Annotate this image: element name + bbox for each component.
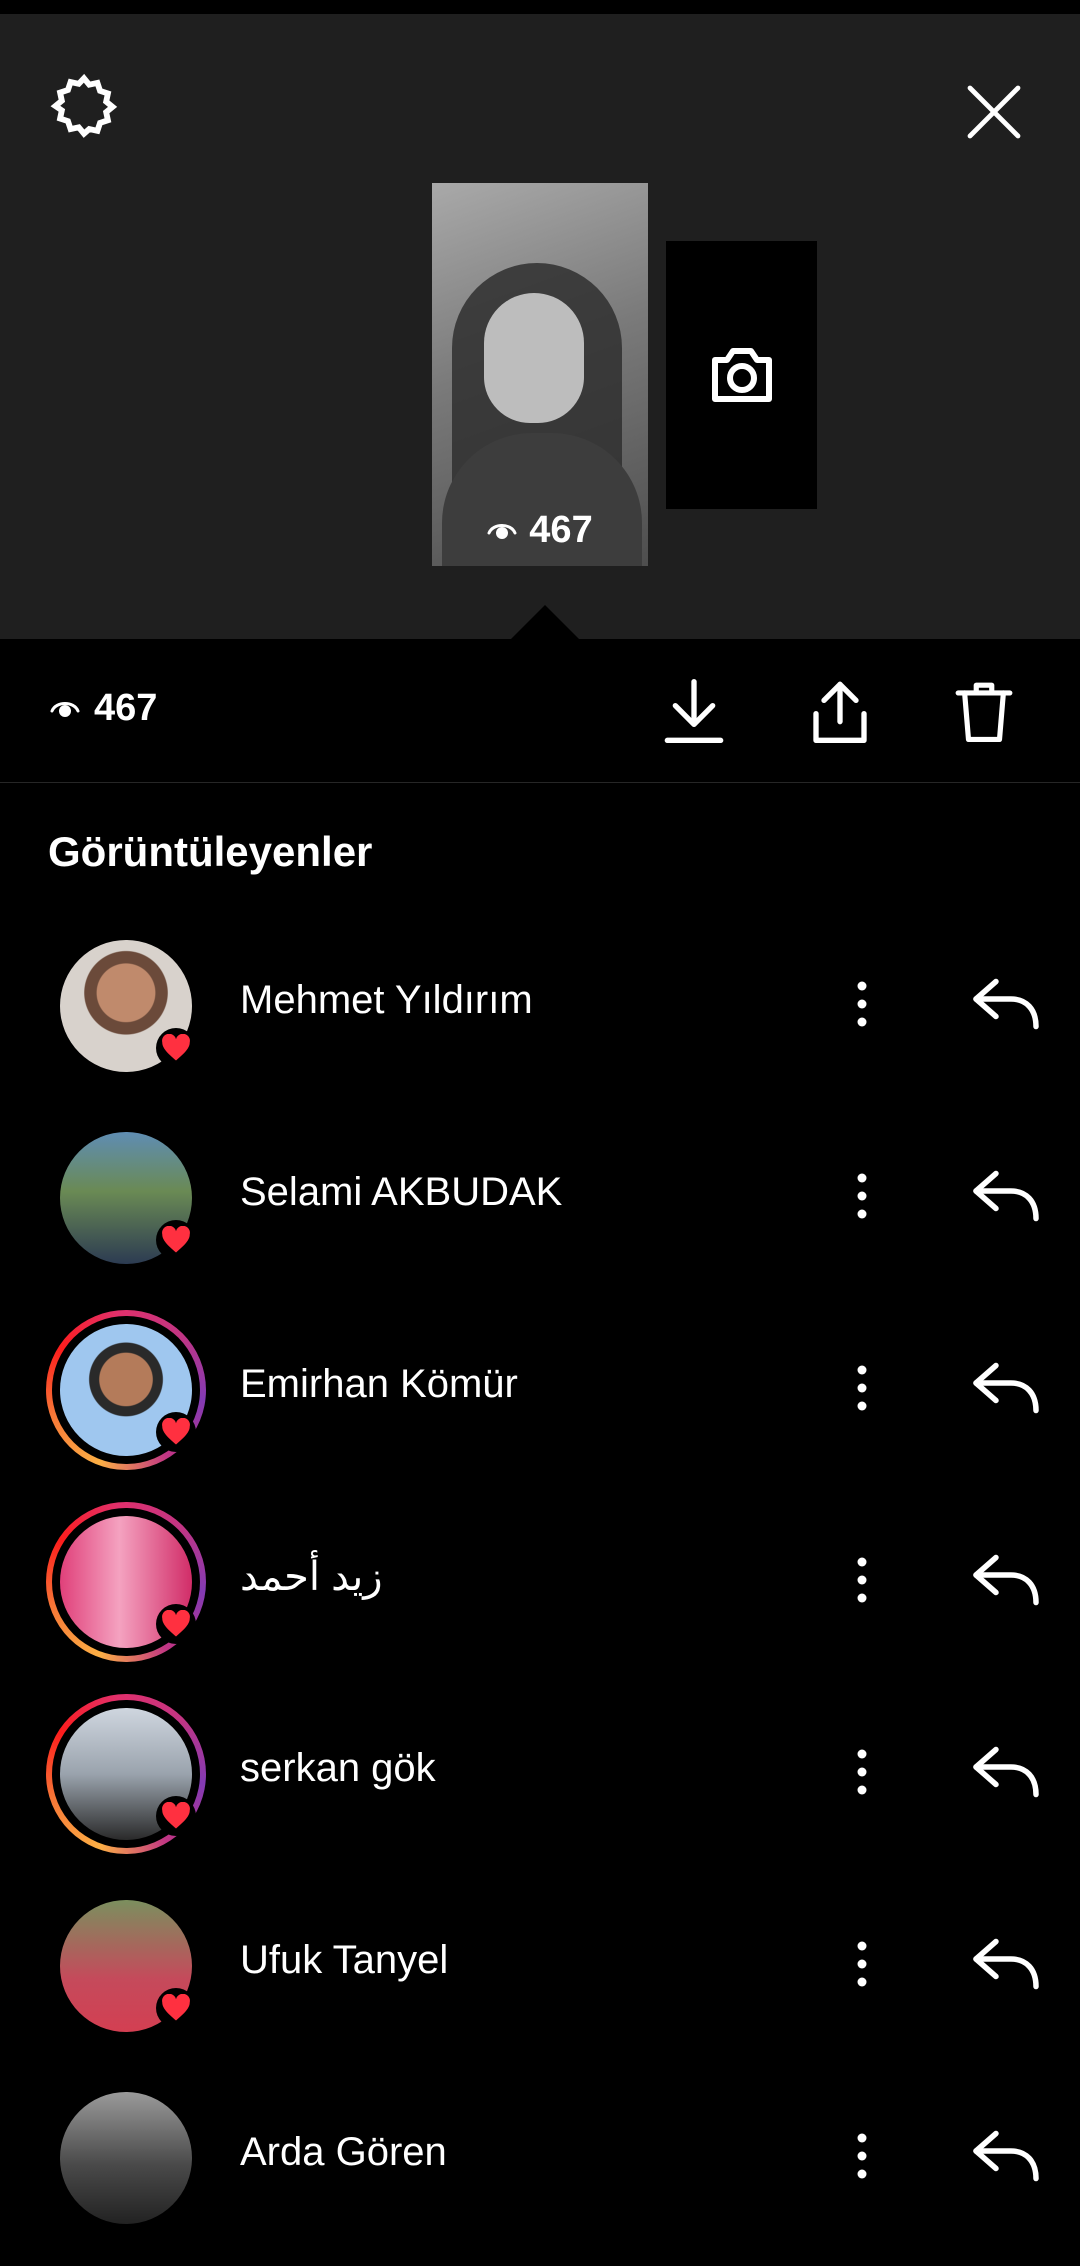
heart-icon [162, 1994, 190, 2021]
more-vertical-icon [857, 1365, 867, 1411]
delete-button[interactable] [948, 675, 1020, 747]
avatar[interactable] [46, 1310, 206, 1470]
more-vertical-icon [857, 2133, 867, 2179]
more-options-button[interactable] [842, 1922, 882, 2006]
reply-icon [973, 1554, 1039, 1606]
heart-icon [162, 1418, 190, 1445]
eye-icon [50, 701, 80, 717]
share-button[interactable] [804, 675, 876, 747]
more-vertical-icon [857, 1557, 867, 1603]
gear-icon [50, 73, 118, 138]
viewer-row[interactable]: Emirhan Kömür [0, 1306, 1080, 1498]
viewer-row[interactable]: serkan gök [0, 1690, 1080, 1882]
reply-button[interactable] [966, 1924, 1046, 2004]
avatar-photo [60, 2092, 192, 2224]
avatar[interactable] [46, 1694, 206, 1854]
download-icon [664, 679, 724, 743]
close-button[interactable] [950, 68, 1038, 156]
download-button[interactable] [658, 675, 730, 747]
reply-icon [973, 1362, 1039, 1414]
heart-badge [156, 1988, 196, 2028]
heart-badge [156, 1412, 196, 1452]
heart-icon [162, 1034, 190, 1061]
viewer-row[interactable]: زيد أحمد [0, 1498, 1080, 1690]
reply-icon [973, 2130, 1039, 2182]
heart-icon [162, 1226, 190, 1253]
story-thumbnail[interactable]: 467 [432, 183, 648, 566]
share-icon [813, 681, 867, 743]
viewers-heading: Görüntüleyenler [48, 828, 373, 875]
viewer-name: Ufuk Tanyel [240, 1938, 449, 1982]
reply-icon [973, 1170, 1039, 1222]
more-options-button[interactable] [842, 1538, 882, 1622]
reply-icon [973, 978, 1039, 1030]
settings-button[interactable] [40, 62, 128, 150]
more-options-button[interactable] [842, 1154, 882, 1238]
avatar[interactable] [46, 926, 206, 1086]
close-icon [967, 85, 1021, 139]
more-vertical-icon [857, 1173, 867, 1219]
viewers-list: Mehmet Yıldırım Selami AKBUDAK Emirhan K… [0, 922, 1080, 2266]
more-vertical-icon [857, 1749, 867, 1795]
thumbnail-view-count: 467 [432, 509, 648, 552]
heart-icon [162, 1610, 190, 1637]
more-vertical-icon [857, 1941, 867, 1987]
view-count-value: 467 [94, 687, 158, 729]
more-options-button[interactable] [842, 1730, 882, 1814]
trash-icon [955, 682, 1013, 742]
avatar[interactable] [46, 1118, 206, 1278]
view-count: 467 [50, 687, 157, 730]
avatar[interactable] [46, 1502, 206, 1662]
eye-icon [487, 523, 517, 539]
heart-badge [156, 1604, 196, 1644]
heart-badge [156, 1796, 196, 1836]
more-vertical-icon [857, 981, 867, 1027]
more-options-button[interactable] [842, 2114, 882, 2198]
reply-button[interactable] [966, 1732, 1046, 1812]
viewer-name: Emirhan Kömür [240, 1362, 518, 1406]
heart-badge [156, 1028, 196, 1068]
reply-button[interactable] [966, 2116, 1046, 2196]
viewer-name: زيد أحمد [240, 1555, 383, 1599]
camera-icon [711, 348, 772, 402]
reply-icon [973, 1938, 1039, 1990]
reply-icon [973, 1746, 1039, 1798]
viewer-name: serkan gök [240, 1746, 436, 1790]
more-options-button[interactable] [842, 1346, 882, 1430]
viewer-row[interactable]: Mehmet Yıldırım [0, 922, 1080, 1114]
viewer-row[interactable]: Ufuk Tanyel [0, 1882, 1080, 2074]
thumbnail-figure-face [484, 293, 584, 423]
thumbnail-view-count-value: 467 [529, 509, 593, 551]
viewer-name: Arda Gören [240, 2130, 447, 2174]
reply-button[interactable] [966, 964, 1046, 1044]
add-story-button[interactable] [666, 241, 817, 509]
viewer-row[interactable]: Arda Gören [0, 2074, 1080, 2266]
viewer-row[interactable]: Selami AKBUDAK [0, 1114, 1080, 1306]
selected-story-pointer [510, 605, 580, 640]
heart-badge [156, 1220, 196, 1260]
viewer-name: Mehmet Yıldırım [240, 978, 533, 1022]
avatar[interactable] [46, 1886, 206, 2046]
reply-button[interactable] [966, 1540, 1046, 1620]
status-bar-area [0, 0, 1080, 14]
heart-icon [162, 1802, 190, 1829]
viewer-name: Selami AKBUDAK [240, 1170, 563, 1214]
reply-button[interactable] [966, 1348, 1046, 1428]
story-toolbar: 467 [0, 639, 1080, 783]
more-options-button[interactable] [842, 962, 882, 1046]
avatar[interactable] [46, 2078, 206, 2238]
reply-button[interactable] [966, 1156, 1046, 1236]
